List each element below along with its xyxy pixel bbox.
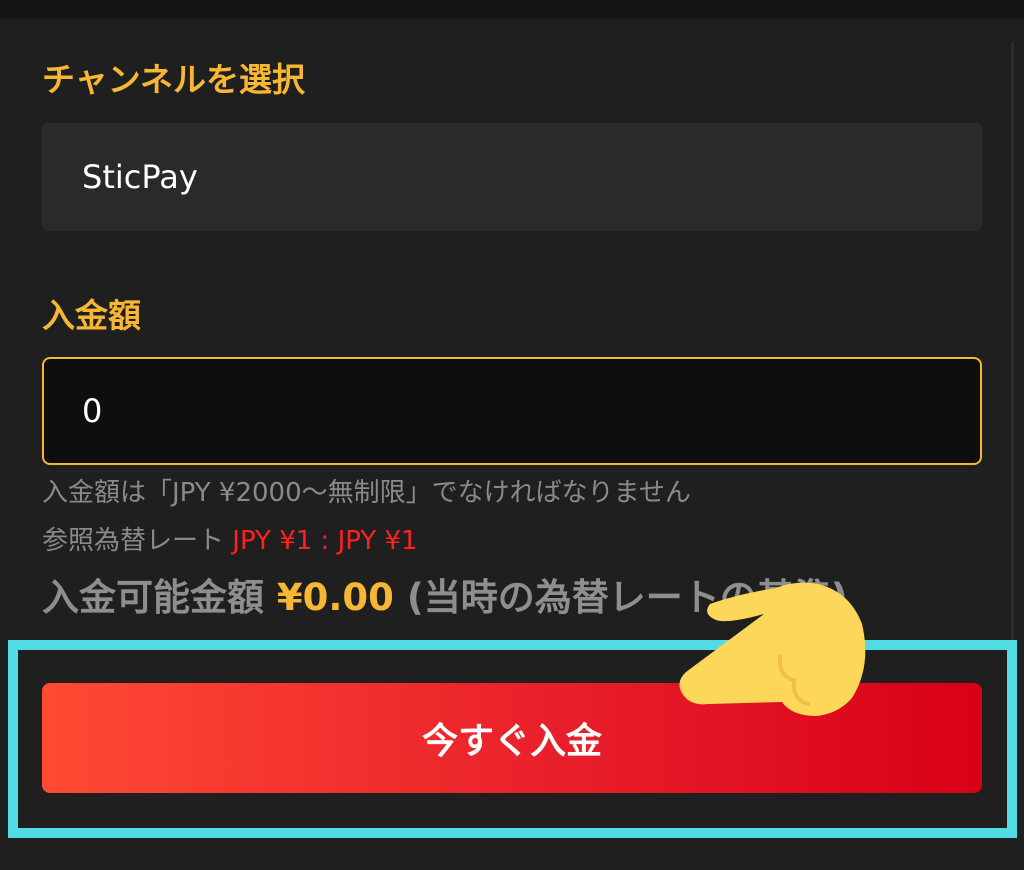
amount-label: 入金額 — [42, 296, 141, 335]
exchange-rate-value: JPY ¥1 : JPY ¥1 — [232, 526, 418, 556]
deposit-screen: チャンネルを選択 SticPay 入金額 入金額は「JPY ¥2000〜無制限」… — [0, 0, 1024, 870]
available-amount-label: 入金可能金額 — [42, 576, 264, 619]
amount-input[interactable] — [82, 389, 922, 433]
hand-shape — [679, 582, 866, 716]
available-amount-value: ¥0.00 — [276, 576, 394, 619]
pointing-hand-icon — [679, 582, 866, 716]
exchange-rate-label: 参照為替レート — [42, 526, 225, 556]
channel-select[interactable]: SticPay — [42, 123, 982, 231]
amount-range-hint: 入金額は「JPY ¥2000〜無制限」でなければなりません — [42, 478, 691, 508]
channel-selected-value: SticPay — [82, 158, 198, 196]
channel-label: チャンネルを選択 — [42, 60, 306, 99]
scrollbar[interactable] — [1011, 42, 1014, 642]
amount-field[interactable] — [42, 357, 982, 465]
exchange-rate-row: 参照為替レート JPY ¥1 : JPY ¥1 — [42, 524, 418, 558]
